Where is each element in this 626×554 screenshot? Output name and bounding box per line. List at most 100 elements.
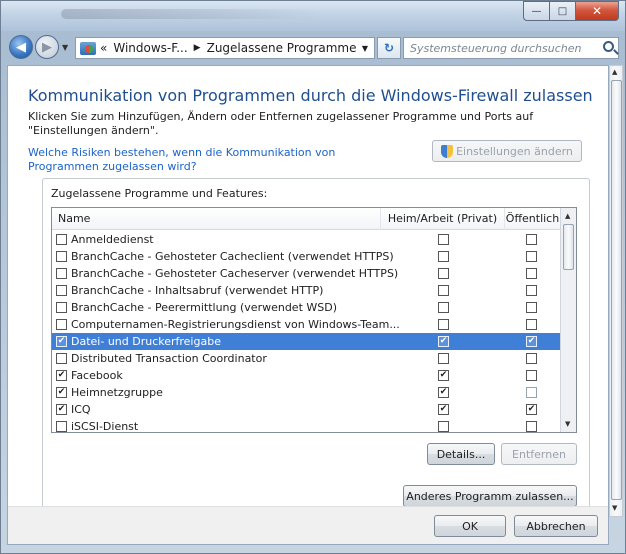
breadcrumb-separator-icon[interactable]: ▶	[194, 43, 201, 53]
forward-button[interactable]: ▶	[35, 35, 59, 59]
address-dropdown-icon[interactable]: ▼	[362, 44, 368, 53]
program-enabled-checkbox[interactable]	[56, 285, 67, 296]
address-bar[interactable]: « Windows-F... ▶ Zugelassene Programme ▼	[75, 37, 375, 59]
program-enabled-checkbox[interactable]	[56, 302, 67, 313]
program-row[interactable]: ✔ Datei- und Druckerfreigabe ✔ ✔	[52, 333, 560, 350]
refresh-button[interactable]: ↻	[377, 37, 401, 59]
close-button[interactable]: ✕	[575, 1, 619, 21]
home-work-checkbox[interactable]	[438, 319, 449, 330]
home-work-checkbox[interactable]: ✔	[438, 370, 449, 381]
title-bar[interactable]: — □ ✕	[1, 1, 625, 31]
public-checkbox[interactable]	[526, 234, 537, 245]
home-work-checkbox[interactable]: ✔	[438, 336, 449, 347]
program-enabled-checkbox[interactable]	[56, 234, 67, 245]
program-row[interactable]: BranchCache - Gehosteter Cacheserver (ve…	[52, 265, 560, 282]
program-enabled-checkbox[interactable]: ✔	[56, 387, 67, 398]
blurred-title	[61, 9, 321, 19]
details-button[interactable]: Details...	[427, 443, 495, 465]
page-scroll-thumb[interactable]	[611, 80, 622, 500]
program-row[interactable]: BranchCache - Gehosteter Cacheclient (ve…	[52, 248, 560, 265]
public-checkbox[interactable]	[526, 421, 537, 432]
home-work-checkbox[interactable]	[438, 421, 449, 432]
breadcrumb-windows-firewall[interactable]: Windows-F...	[113, 41, 187, 55]
maximize-button[interactable]: □	[549, 1, 575, 21]
scroll-up-icon[interactable]: ▲	[565, 212, 570, 220]
remove-button[interactable]: Entfernen	[501, 443, 577, 465]
program-row[interactable]: ✔ Facebook ✔	[52, 367, 560, 384]
home-work-checkbox[interactable]	[438, 251, 449, 262]
public-checkbox[interactable]	[526, 319, 537, 330]
public-checkbox[interactable]: ✔	[526, 404, 537, 415]
program-enabled-checkbox[interactable]: ✔	[56, 404, 67, 415]
list-scrollbar[interactable]: ▲ ▼	[560, 208, 576, 432]
change-settings-button[interactable]: Einstellungen ändern	[432, 140, 582, 162]
program-name: Computernamen-Registrierungsdienst von W…	[71, 318, 400, 331]
page-scroll-down-icon[interactable]: ▼	[612, 504, 617, 512]
home-work-checkbox[interactable]	[438, 268, 449, 279]
page-title: Kommunikation von Programmen durch die W…	[28, 86, 593, 105]
program-enabled-checkbox[interactable]: ✔	[56, 336, 67, 347]
column-header-public[interactable]: Öffentlich	[504, 208, 560, 230]
ok-button[interactable]: OK	[434, 515, 506, 537]
public-checkbox[interactable]: ✔	[526, 336, 537, 347]
dialog-footer: OK Abbrechen	[8, 506, 608, 544]
program-row[interactable]: ✔ Heimnetzgruppe ✔	[52, 384, 560, 401]
program-name: Anmeldedienst	[71, 233, 154, 246]
public-checkbox[interactable]	[526, 387, 537, 398]
breadcrumb-overflow[interactable]: «	[100, 41, 107, 55]
search-icon[interactable]	[603, 41, 614, 52]
window-controls: — □ ✕	[523, 1, 619, 21]
program-enabled-checkbox[interactable]	[56, 353, 67, 364]
home-work-checkbox[interactable]: ✔	[438, 387, 449, 398]
program-row[interactable]: Computernamen-Registrierungsdienst von W…	[52, 316, 560, 333]
list-scroll-thumb[interactable]	[563, 224, 574, 270]
navigation-bar: ◀ ▶ ▼ « Windows-F... ▶ Zugelassene Progr…	[5, 31, 621, 63]
program-row[interactable]: Anmeldedienst	[52, 231, 560, 248]
program-row[interactable]: ✔ ICQ ✔ ✔	[52, 401, 560, 418]
close-icon: ✕	[591, 4, 603, 18]
public-checkbox[interactable]	[526, 302, 537, 313]
details-label: Details...	[436, 447, 486, 461]
home-work-checkbox[interactable]	[438, 285, 449, 296]
public-checkbox[interactable]	[526, 353, 537, 364]
home-work-checkbox[interactable]	[438, 302, 449, 313]
program-row[interactable]: BranchCache - Peerermittlung (verwendet …	[52, 299, 560, 316]
program-name: BranchCache - Gehosteter Cacheserver (ve…	[71, 267, 399, 280]
program-enabled-checkbox[interactable]: ✔	[56, 370, 67, 381]
refresh-icon: ↻	[383, 41, 395, 55]
back-button[interactable]: ◀	[9, 35, 33, 59]
recent-pages-dropdown-icon[interactable]: ▼	[62, 43, 68, 52]
program-enabled-checkbox[interactable]	[56, 268, 67, 279]
program-row[interactable]: BranchCache - Inhaltsabruf (verwendet HT…	[52, 282, 560, 299]
home-work-checkbox[interactable]: ✔	[438, 404, 449, 415]
cancel-button[interactable]: Abbrechen	[514, 515, 598, 537]
minimize-icon: —	[531, 5, 542, 17]
minimize-button[interactable]: —	[523, 1, 549, 21]
program-enabled-checkbox[interactable]	[56, 251, 67, 262]
column-header-name[interactable]: Name	[58, 208, 90, 230]
risk-info-link[interactable]: Welche Risiken bestehen, wenn die Kommun…	[28, 146, 388, 174]
column-header-home-work[interactable]: Heim/Arbeit (Privat)	[380, 208, 504, 230]
public-checkbox[interactable]	[526, 268, 537, 279]
program-name: Datei- und Druckerfreigabe	[71, 335, 221, 348]
page-scroll-up-icon[interactable]: ▲	[612, 68, 617, 76]
control-panel-icon	[80, 41, 96, 55]
program-enabled-checkbox[interactable]	[56, 319, 67, 330]
home-work-checkbox[interactable]	[438, 234, 449, 245]
program-row[interactable]: iSCSI-Dienst	[52, 418, 560, 432]
search-placeholder: Systemsteuerung durchsuchen	[410, 41, 582, 55]
add-other-program-button[interactable]: Anderes Programm zulassen...	[403, 485, 577, 507]
uac-shield-icon	[441, 144, 454, 158]
programs-list[interactable]: Name Heim/Arbeit (Privat) Öffentlich Anm…	[51, 207, 577, 433]
program-row[interactable]: Distributed Transaction Coordinator	[52, 350, 560, 367]
scroll-down-icon[interactable]: ▼	[565, 420, 570, 428]
public-checkbox[interactable]	[526, 251, 537, 262]
allowed-programs-group: Zugelassene Programme und Features: Name…	[42, 178, 590, 538]
public-checkbox[interactable]	[526, 285, 537, 296]
public-checkbox[interactable]	[526, 370, 537, 381]
page-scrollbar[interactable]: ▲ ▼	[609, 65, 623, 517]
breadcrumb-allowed-programs[interactable]: Zugelassene Programme	[207, 41, 357, 55]
program-enabled-checkbox[interactable]	[56, 421, 67, 432]
search-input[interactable]: Systemsteuerung durchsuchen	[403, 37, 619, 59]
home-work-checkbox[interactable]	[438, 353, 449, 364]
